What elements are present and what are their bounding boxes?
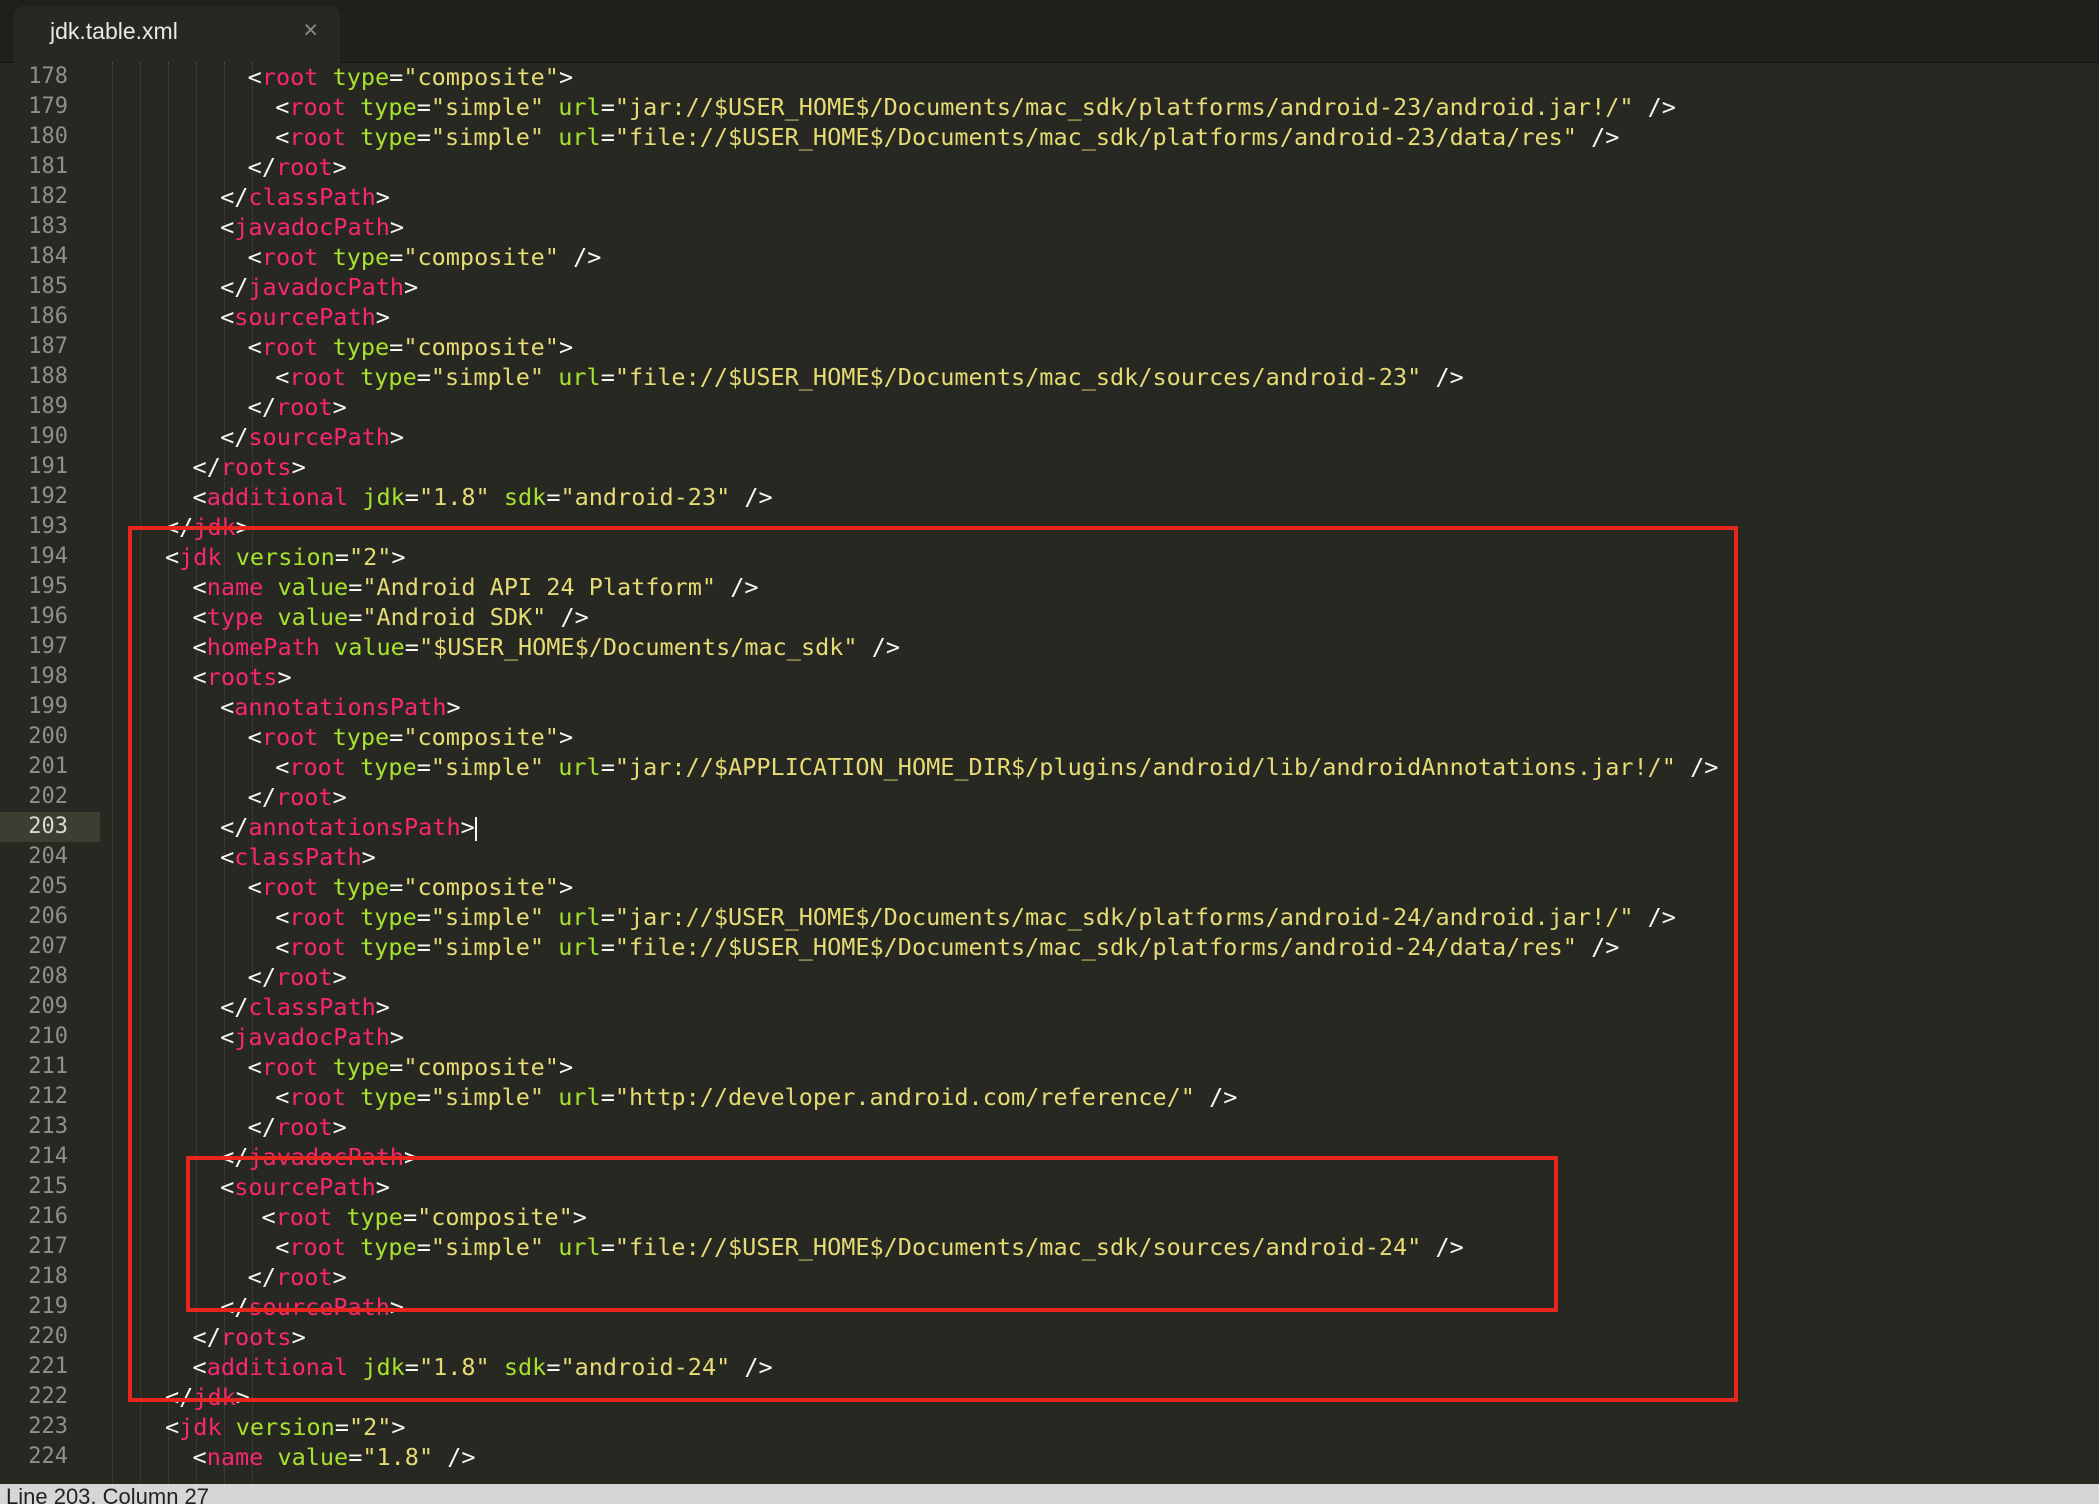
code-line[interactable]: </root> xyxy=(248,152,347,182)
line-number: 222 xyxy=(28,1384,68,1409)
indent-guide xyxy=(112,62,113,1484)
line-number: 180 xyxy=(28,124,68,149)
line-number: 211 xyxy=(28,1054,68,1079)
code-line[interactable]: </sourcePath> xyxy=(220,422,404,452)
code-line[interactable]: <root type="composite" /> xyxy=(248,242,602,272)
code-line[interactable]: <javadocPath> xyxy=(220,212,404,242)
line-number: 193 xyxy=(28,514,68,539)
line-number: 213 xyxy=(28,1114,68,1139)
code-line[interactable]: </roots> xyxy=(193,452,306,482)
line-number: 196 xyxy=(28,604,68,629)
line-number: 216 xyxy=(28,1204,68,1229)
code-line[interactable]: <root type="simple" url="file://$USER_HO… xyxy=(275,362,1464,392)
line-number: 202 xyxy=(28,784,68,809)
line-number: 183 xyxy=(28,214,68,239)
line-number: 208 xyxy=(28,964,68,989)
line-number: 207 xyxy=(28,934,68,959)
line-number: 189 xyxy=(28,394,68,419)
line-number: 191 xyxy=(28,454,68,479)
line-number: 210 xyxy=(28,1024,68,1049)
line-number: 186 xyxy=(28,304,68,329)
file-tab[interactable]: jdk.table.xml × xyxy=(14,6,340,63)
line-number: 209 xyxy=(28,994,68,1019)
line-number: 212 xyxy=(28,1084,68,1109)
line-number: 206 xyxy=(28,904,68,929)
line-number: 198 xyxy=(28,664,68,689)
line-number: 179 xyxy=(28,94,68,119)
line-number: 204 xyxy=(28,844,68,869)
line-number: 201 xyxy=(28,754,68,779)
line-number: 185 xyxy=(28,274,68,299)
line-number: 194 xyxy=(28,544,68,569)
code-line[interactable]: <sourcePath> xyxy=(220,302,390,332)
line-number: 200 xyxy=(28,724,68,749)
line-number: 188 xyxy=(28,364,68,389)
code-editor[interactable]: 178 179 180 181 182 183 184 185 186 187 188 189 190 1… xyxy=(0,62,2099,1484)
line-number: 205 xyxy=(28,874,68,899)
line-number: 203 xyxy=(0,812,100,842)
code-line[interactable]: <jdk version="2"> xyxy=(165,1412,406,1442)
tab-title[interactable]: jdk.table.xml xyxy=(50,18,178,45)
line-number: 223 xyxy=(28,1414,68,1439)
line-number: 224 xyxy=(28,1444,68,1469)
line-number: 182 xyxy=(28,184,68,209)
sourcepath-highlight xyxy=(186,1156,1558,1312)
line-number-gutter: 178 179 180 181 182 183 184 185 186 187 188 189 190 1… xyxy=(0,62,100,1484)
code-line[interactable]: <root type="composite"> xyxy=(248,332,573,362)
line-number: 197 xyxy=(28,634,68,659)
line-number: 215 xyxy=(28,1174,68,1199)
code-line[interactable]: <root type="simple" url="file://$USER_HO… xyxy=(275,122,1619,152)
line-number: 178 xyxy=(28,64,68,89)
line-number: 220 xyxy=(28,1324,68,1349)
code-line[interactable]: <root type="composite"> xyxy=(248,62,573,92)
code-line[interactable]: </classPath> xyxy=(220,182,390,212)
status-bar: Line 203, Column 27 xyxy=(0,1484,2099,1504)
line-number: 184 xyxy=(28,244,68,269)
line-number: 221 xyxy=(28,1354,68,1379)
line-number: 214 xyxy=(28,1144,68,1169)
code-line[interactable]: </javadocPath> xyxy=(220,272,418,302)
line-number: 219 xyxy=(28,1294,68,1319)
line-number: 190 xyxy=(28,424,68,449)
cursor-position: Line 203, Column 27 xyxy=(6,1484,210,1504)
tab-bar: jdk.table.xml × xyxy=(0,0,2099,63)
code-line[interactable]: </root> xyxy=(248,392,347,422)
code-line[interactable]: <root type="simple" url="jar://$USER_HOM… xyxy=(275,92,1676,122)
close-icon[interactable]: × xyxy=(303,16,318,45)
code-line[interactable]: <name value="1.8" /> xyxy=(193,1442,476,1472)
line-number: 181 xyxy=(28,154,68,179)
line-number: 192 xyxy=(28,484,68,509)
line-number: 217 xyxy=(28,1234,68,1259)
line-number: 195 xyxy=(28,574,68,599)
line-number: 218 xyxy=(28,1264,68,1289)
line-number: 187 xyxy=(28,334,68,359)
code-line[interactable]: <additional jdk="1.8" sdk="android-23" /… xyxy=(193,482,773,512)
line-number: 199 xyxy=(28,694,68,719)
